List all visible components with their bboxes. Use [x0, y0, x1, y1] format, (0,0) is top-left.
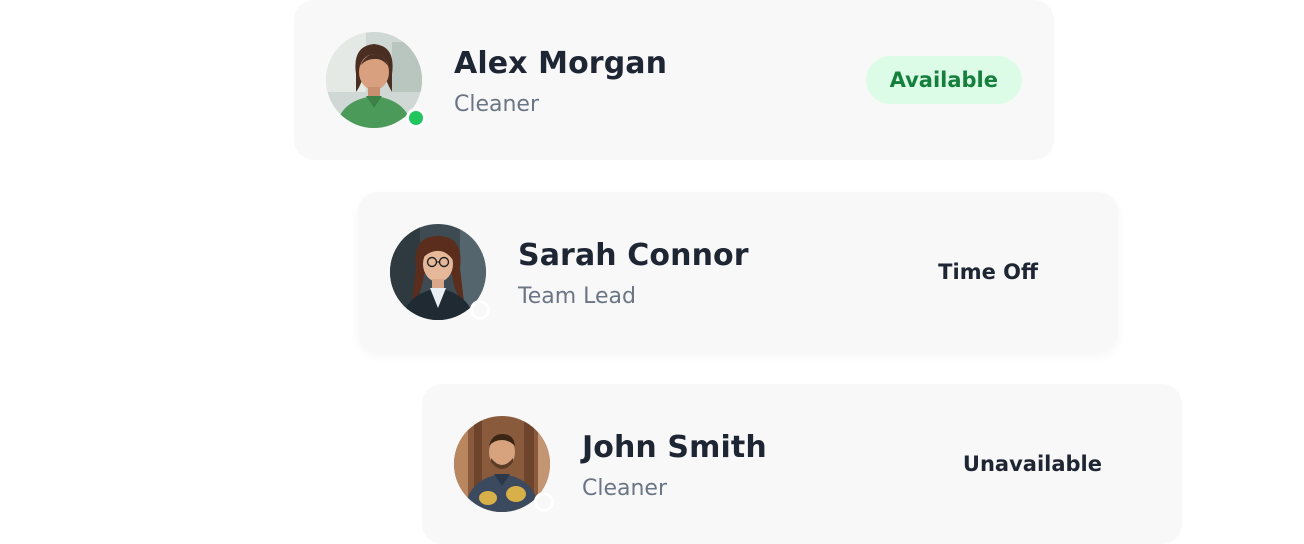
member-name: Alex Morgan — [454, 46, 668, 81]
avatar[interactable] — [390, 224, 490, 320]
team-members-list: Alex Morgan Cleaner Available Sarah Conn… — [0, 0, 1304, 544]
member-role: Cleaner — [582, 476, 668, 501]
member-card[interactable]: Sarah Connor Team Lead Time Off — [358, 192, 1118, 352]
avatar[interactable] — [454, 416, 554, 512]
member-role: Cleaner — [454, 92, 540, 117]
member-card[interactable]: John Smith Cleaner Unavailable — [422, 384, 1182, 544]
status-badge: Available — [865, 56, 1022, 104]
offline-status-dot — [470, 300, 490, 320]
avatar[interactable] — [326, 32, 426, 128]
online-status-dot — [406, 108, 426, 128]
member-name: John Smith — [582, 430, 767, 465]
member-card[interactable]: Alex Morgan Cleaner Available — [294, 0, 1054, 160]
offline-status-dot — [534, 492, 554, 512]
member-role: Team Lead — [518, 284, 636, 309]
status-label: Unavailable — [962, 452, 1102, 476]
member-name: Sarah Connor — [518, 238, 749, 273]
status-label: Time Off — [938, 260, 1038, 284]
